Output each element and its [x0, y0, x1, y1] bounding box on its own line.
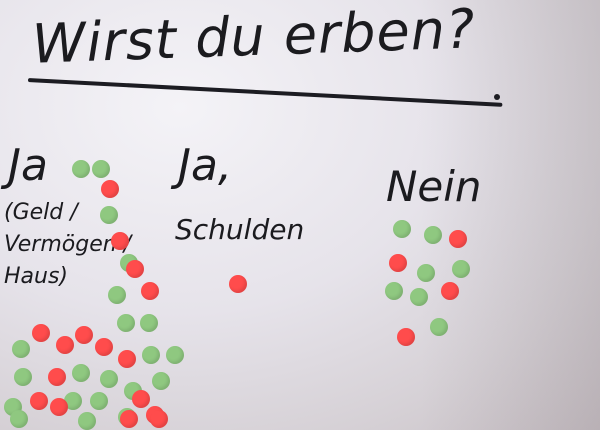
- red-sticker-dot: [118, 350, 136, 368]
- green-sticker-dot: [166, 346, 184, 364]
- red-sticker-dot: [132, 390, 150, 408]
- red-sticker-dot: [229, 275, 247, 293]
- column-ja-schulden-sublabel: Schulden: [175, 213, 305, 246]
- green-sticker-dot: [117, 314, 135, 332]
- column-ja-schulden-label: Ja,: [178, 140, 232, 191]
- red-sticker-dot: [150, 410, 168, 428]
- red-sticker-dot: [441, 282, 459, 300]
- red-sticker-dot: [397, 328, 415, 346]
- green-sticker-dot: [452, 260, 470, 278]
- green-sticker-dot: [92, 160, 110, 178]
- red-sticker-dot: [56, 336, 74, 354]
- red-sticker-dot: [141, 282, 159, 300]
- red-sticker-dot: [50, 398, 68, 416]
- title-mark-dot: [494, 94, 500, 100]
- poster-board: Wirst du erben? Ja (Geld / Vermögen / Ha…: [0, 0, 600, 430]
- green-sticker-dot: [100, 206, 118, 224]
- green-sticker-dot: [142, 346, 160, 364]
- green-sticker-dot: [152, 372, 170, 390]
- green-sticker-dot: [10, 410, 28, 428]
- poster-title: Wirst du erben?: [31, 0, 477, 76]
- red-sticker-dot: [95, 338, 113, 356]
- green-sticker-dot: [140, 314, 158, 332]
- green-sticker-dot: [385, 282, 403, 300]
- green-sticker-dot: [78, 412, 96, 430]
- green-sticker-dot: [417, 264, 435, 282]
- green-sticker-dot: [14, 368, 32, 386]
- green-sticker-dot: [12, 340, 30, 358]
- green-sticker-dot: [430, 318, 448, 336]
- red-sticker-dot: [449, 230, 467, 248]
- red-sticker-dot: [389, 254, 407, 272]
- column-ja-label: Ja: [8, 140, 48, 191]
- red-sticker-dot: [48, 368, 66, 386]
- red-sticker-dot: [30, 392, 48, 410]
- green-sticker-dot: [424, 226, 442, 244]
- green-sticker-dot: [393, 220, 411, 238]
- red-sticker-dot: [75, 326, 93, 344]
- title-underline: [27, 78, 503, 107]
- column-nein-label: Nein: [386, 162, 482, 211]
- green-sticker-dot: [72, 364, 90, 382]
- green-sticker-dot: [108, 286, 126, 304]
- red-sticker-dot: [120, 410, 138, 428]
- red-sticker-dot: [111, 232, 129, 250]
- green-sticker-dot: [100, 370, 118, 388]
- green-sticker-dot: [410, 288, 428, 306]
- red-sticker-dot: [32, 324, 50, 342]
- green-sticker-dot: [72, 160, 90, 178]
- red-sticker-dot: [126, 260, 144, 278]
- green-sticker-dot: [90, 392, 108, 410]
- red-sticker-dot: [101, 180, 119, 198]
